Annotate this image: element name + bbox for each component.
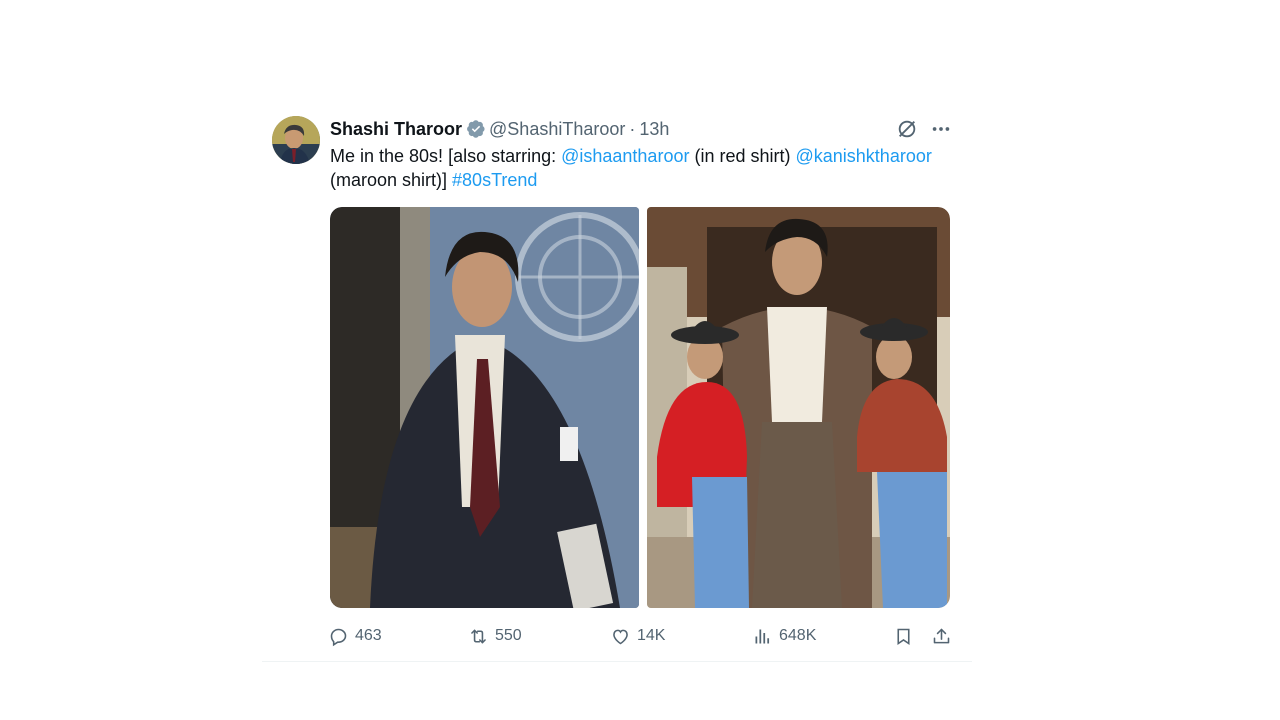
tweet-actions: 463 550 14K 648K	[328, 623, 952, 649]
author-name[interactable]: Shashi Tharoor	[330, 119, 462, 140]
tweet-card[interactable]: Shashi Tharoor @ShashiTharoor · 13h Me i…	[262, 104, 972, 662]
views-count: 648K	[779, 627, 817, 644]
mention-link[interactable]: @kanishktharoor	[796, 146, 932, 166]
like-button[interactable]: 14K	[610, 626, 752, 647]
more-icon[interactable]	[930, 118, 952, 140]
share-icon[interactable]	[930, 625, 952, 647]
mention-link[interactable]: @ishaantharoor	[561, 146, 689, 166]
reply-count: 463	[355, 627, 382, 644]
retweet-count: 550	[495, 627, 522, 644]
verified-badge-icon	[466, 119, 486, 139]
avatar[interactable]	[272, 116, 320, 164]
tweet-timestamp[interactable]: 13h	[639, 119, 669, 140]
separator-dot: ·	[629, 118, 636, 139]
tweet-text: Me in the 80s! [also starring: @ishaanth…	[330, 144, 960, 192]
reply-icon	[330, 628, 347, 646]
reply-button[interactable]: 463	[328, 626, 468, 647]
tweet-text-part: (in red shirt)	[689, 146, 796, 166]
photo-family[interactable]	[647, 207, 950, 608]
like-icon	[613, 629, 628, 644]
tweet-media	[330, 207, 950, 608]
like-count: 14K	[637, 627, 666, 644]
grok-icon[interactable]	[896, 118, 918, 140]
retweet-button[interactable]: 550	[468, 626, 610, 647]
photo-un-portrait[interactable]	[330, 207, 639, 608]
bookmark-icon[interactable]	[892, 625, 914, 647]
tweet-text-part: (maroon shirt)]	[330, 170, 453, 190]
author-handle[interactable]: @ShashiTharoor	[489, 119, 625, 140]
hashtag-link[interactable]: #80sTrend	[452, 170, 537, 190]
secondary-actions	[892, 625, 952, 647]
retweet-icon	[471, 629, 486, 643]
tweet-header: Shashi Tharoor @ShashiTharoor · 13h	[330, 118, 669, 140]
views-icon	[755, 629, 770, 643]
views-button[interactable]: 648K	[752, 626, 892, 647]
top-actions	[896, 118, 952, 140]
tweet-text-part: Me in the 80s! [also starring:	[330, 146, 562, 166]
